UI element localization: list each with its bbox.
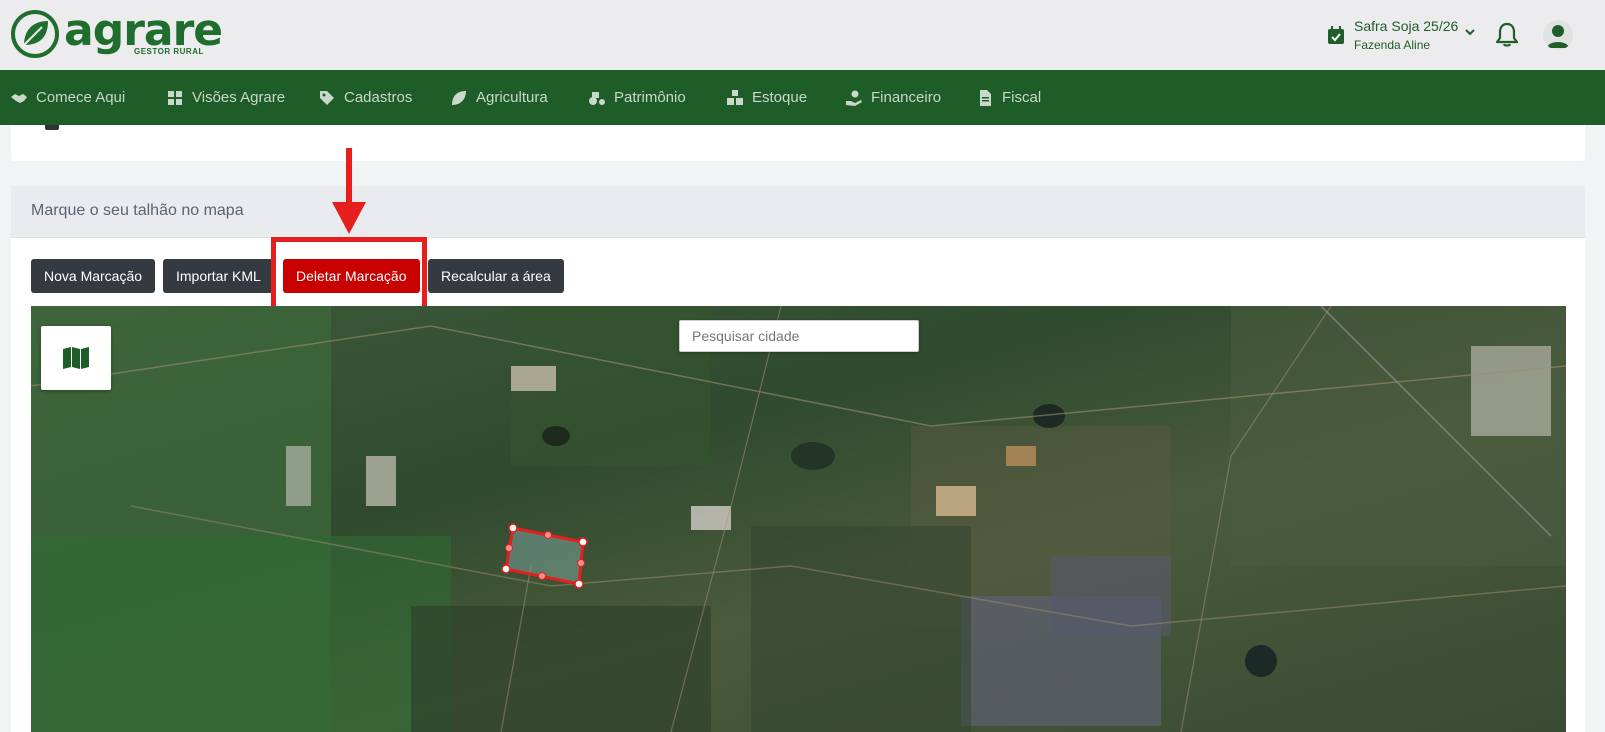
nav-label: Agricultura: [476, 89, 548, 106]
recalculate-area-button[interactable]: Recalcular a área: [428, 259, 564, 293]
map-card-title: Marque o seu talhão no mapa: [31, 202, 244, 219]
nav-cadastros[interactable]: Cadastros: [318, 70, 412, 125]
nav-fiscal[interactable]: Fiscal: [976, 70, 1041, 125]
satellite-imagery: [31, 306, 1566, 732]
nav-label: Patrimônio: [614, 89, 686, 106]
season-selector[interactable]: Safra Soja 25/26 Fazenda Aline: [1328, 16, 1478, 56]
city-search-input[interactable]: [679, 320, 919, 352]
nav-label: Cadastros: [344, 89, 413, 106]
leaf-icon: [452, 90, 466, 105]
bell-icon[interactable]: [1495, 21, 1519, 48]
leaf-logo-icon: [11, 10, 59, 58]
nav-comece-aqui[interactable]: Comece Aqui: [10, 70, 125, 125]
farm-name: Fazenda Aline: [1354, 38, 1431, 52]
brand-tagline: GESTOR RURAL: [134, 47, 204, 56]
map-card-header: Marque o seu talhão no mapa: [11, 186, 1585, 238]
tags-icon: [320, 90, 334, 105]
checkbox-remnant: [45, 125, 59, 130]
new-marking-button[interactable]: Nova Marcação: [31, 259, 156, 293]
nav-patrimonio[interactable]: Patrimônio: [588, 70, 686, 125]
nav-label: Fiscal: [1002, 89, 1042, 106]
calendar-check-icon: [1328, 26, 1344, 44]
season-title: Safra Soja 25/26: [1354, 18, 1459, 34]
user-icon: [1547, 25, 1569, 48]
satellite-map[interactable]: [31, 306, 1566, 732]
map-type-toggle[interactable]: [41, 326, 111, 390]
nav-label: Estoque: [752, 89, 808, 106]
money-hand-icon: [846, 90, 862, 106]
tractor-icon: [589, 91, 605, 105]
boxes-icon: [727, 89, 743, 105]
nav-estoque[interactable]: Estoque: [726, 70, 807, 125]
handshake-icon: [11, 93, 27, 103]
nav-label: Financeiro: [871, 89, 942, 106]
nav-visoes-agrare[interactable]: Visões Agrare: [166, 70, 285, 125]
document-icon: [980, 89, 991, 106]
user-avatar[interactable]: [1543, 20, 1573, 50]
nav-label: Comece Aqui: [36, 89, 126, 106]
annotation-arrow-icon: [332, 148, 366, 234]
main-nav: Comece Aqui Visões Agrare Cadastros Agri…: [0, 70, 1605, 125]
top-bar: agrare GESTOR RURAL Safra Soja 25/26 Faz…: [0, 0, 1605, 70]
chevron-down-icon: [1465, 29, 1475, 36]
annotation-highlight-box: [271, 237, 427, 316]
nav-agricultura[interactable]: Agricultura: [450, 70, 548, 125]
map-icon: [63, 347, 89, 369]
import-kml-button[interactable]: Importar KML: [163, 259, 274, 293]
dashboard-icon: [168, 90, 182, 105]
nav-label: Visões Agrare: [192, 89, 286, 106]
previous-card: [11, 125, 1585, 161]
brand-logo[interactable]: agrare GESTOR RURAL: [10, 5, 223, 61]
nav-financeiro[interactable]: Financeiro: [845, 70, 941, 125]
